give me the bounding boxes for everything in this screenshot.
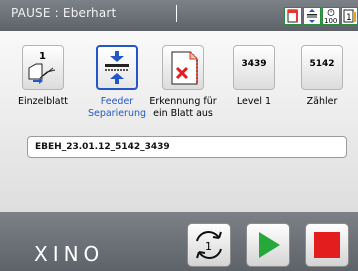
sheet-detection-off-label: Erkennung für ein Blatt aus	[149, 96, 217, 119]
counter-value: 5142	[309, 59, 335, 69]
counter-button[interactable]: 5142	[301, 45, 343, 90]
play-icon	[259, 232, 280, 258]
level-1-button[interactable]: 3439	[233, 45, 275, 90]
level-1-value: 3439	[241, 59, 267, 69]
job-name-field[interactable]: EBEH_23.01.12_5142_3439	[27, 136, 347, 158]
stop-button[interactable]	[305, 223, 349, 267]
sheet-orientation-status-icon	[284, 7, 302, 25]
single-sheet-button[interactable]: 1	[22, 45, 64, 90]
xino-logo: XINO	[34, 242, 105, 266]
svg-text:1: 1	[39, 51, 46, 62]
cycle-icon: 1	[196, 231, 222, 259]
footer-bar: XINO 1	[0, 212, 358, 271]
feeder-separation-icon	[105, 51, 129, 84]
stop-icon	[314, 232, 340, 258]
single-sheet-icon: 1	[28, 51, 56, 84]
status-title: PAUSE : Eberhart	[11, 6, 117, 20]
single-cycle-button[interactable]: 1	[187, 223, 231, 267]
title-bar: PAUSE : Eberhart 100 1	[0, 0, 358, 31]
sheet-detection-off-icon	[171, 51, 198, 85]
counter-label: Zähler	[306, 96, 338, 107]
start-button[interactable]	[246, 223, 290, 267]
title-separator	[176, 5, 177, 22]
level-1-label: Level 1	[236, 96, 272, 107]
sheet-detection-off-button[interactable]	[162, 45, 204, 90]
feeder-status-icon	[303, 7, 321, 25]
svg-text:1: 1	[346, 13, 352, 23]
job-name-text: EBEH_23.01.12_5142_3439	[35, 142, 170, 152]
feeder-separation-button[interactable]	[96, 45, 138, 90]
single-sheet-label: Einzelblatt	[17, 96, 69, 107]
svg-text:1: 1	[205, 240, 212, 253]
counter-status-icon: 100	[322, 7, 340, 25]
sheet-count-status-icon: 1	[341, 7, 358, 25]
